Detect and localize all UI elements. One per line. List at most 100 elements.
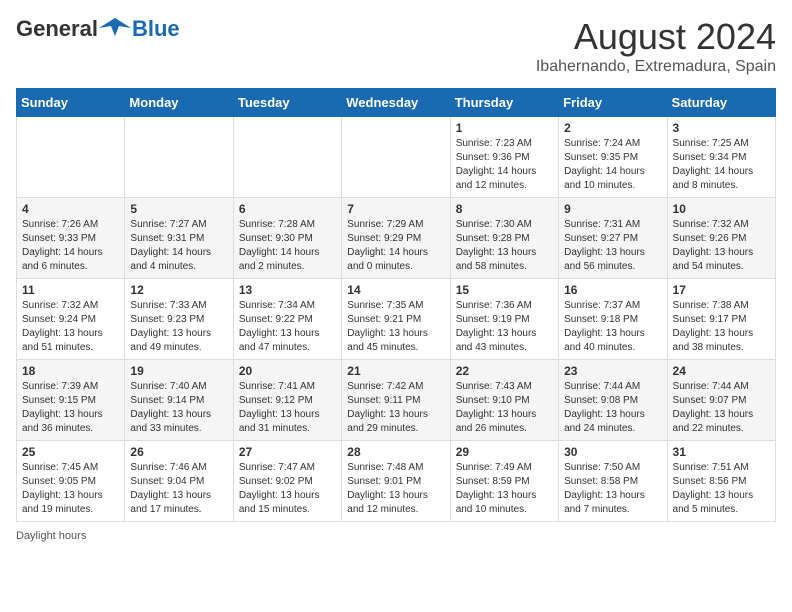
calendar-week-row: 1 Sunrise: 7:23 AM Sunset: 9:36 PM Daylig… <box>17 117 776 198</box>
calendar-table: SundayMondayTuesdayWednesdayThursdayFrid… <box>16 88 776 522</box>
day-info: Sunrise: 7:23 AM Sunset: 9:36 PM Dayligh… <box>456 137 553 193</box>
day-number: 12 <box>130 283 227 297</box>
day-info: Sunrise: 7:48 AM Sunset: 9:01 PM Dayligh… <box>347 461 444 517</box>
calendar-cell: 15 Sunrise: 7:36 AM Sunset: 9:19 PM Dayli… <box>450 279 558 360</box>
day-info: Sunrise: 7:50 AM Sunset: 8:58 PM Dayligh… <box>564 461 661 517</box>
calendar-cell: 5Sunrise: 7:27 AM Sunset: 9:31 PM Daylig… <box>125 198 233 279</box>
calendar-cell: 29Sunrise: 7:49 AM Sunset: 8:59 PM Dayli… <box>450 441 558 522</box>
calendar-cell: 26 Sunrise: 7:46 AM Sunset: 9:04 PM Dayli… <box>125 441 233 522</box>
day-info: Sunrise: 7:47 AM Sunset: 9:02 PM Dayligh… <box>239 461 336 517</box>
day-number: 27 <box>239 445 336 459</box>
day-number: 25 <box>22 445 119 459</box>
day-number: 14 <box>347 283 444 297</box>
calendar-cell: 12 Sunrise: 7:33 AM Sunset: 9:23 PM Dayli… <box>125 279 233 360</box>
calendar-cell <box>17 117 125 198</box>
day-info: Sunrise: 7:30 AM Sunset: 9:28 PM Dayligh… <box>456 218 553 274</box>
day-number: 31 <box>673 445 770 459</box>
day-number: 26 <box>130 445 227 459</box>
calendar-week-row: 25 Sunrise: 7:45 AM Sunset: 9:05 PM Dayli… <box>17 441 776 522</box>
day-number: 2 <box>564 121 661 135</box>
day-number: 10 <box>673 202 770 216</box>
calendar-cell: 19 Sunrise: 7:40 AM Sunset: 9:14 PM Dayli… <box>125 360 233 441</box>
day-info: Sunrise: 7:26 AM Sunset: 9:33 PM Dayligh… <box>22 218 119 274</box>
day-number: 17 <box>673 283 770 297</box>
weekday-header-friday: Friday <box>559 89 667 117</box>
subtitle: Ibahernando, Extremadura, Spain <box>536 58 776 76</box>
calendar-week-row: 18 Sunrise: 7:39 AM Sunset: 9:15 PM Dayli… <box>17 360 776 441</box>
calendar-cell: 3 Sunrise: 7:25 AM Sunset: 9:34 PM Daylig… <box>667 117 775 198</box>
day-number: 9 <box>564 202 661 216</box>
day-info: Sunrise: 7:33 AM Sunset: 9:23 PM Dayligh… <box>130 299 227 355</box>
day-info: Sunrise: 7:38 AM Sunset: 9:17 PM Dayligh… <box>673 299 770 355</box>
day-number: 24 <box>673 364 770 378</box>
calendar-week-row: 11Sunrise: 7:32 AM Sunset: 9:24 PM Dayli… <box>17 279 776 360</box>
day-info: Sunrise: 7:25 AM Sunset: 9:34 PM Dayligh… <box>673 137 770 193</box>
day-number: 23 <box>564 364 661 378</box>
day-number: 22 <box>456 364 553 378</box>
weekday-header-saturday: Saturday <box>667 89 775 117</box>
logo-bird-icon <box>99 18 131 40</box>
day-number: 3 <box>673 121 770 135</box>
day-info: Sunrise: 7:46 AM Sunset: 9:04 PM Dayligh… <box>130 461 227 517</box>
calendar-cell: 17 Sunrise: 7:38 AM Sunset: 9:17 PM Dayli… <box>667 279 775 360</box>
weekday-header-monday: Monday <box>125 89 233 117</box>
day-info: Sunrise: 7:41 AM Sunset: 9:12 PM Dayligh… <box>239 380 336 436</box>
day-info: Sunrise: 7:44 AM Sunset: 9:07 PM Dayligh… <box>673 380 770 436</box>
day-info: Sunrise: 7:28 AM Sunset: 9:30 PM Dayligh… <box>239 218 336 274</box>
day-number: 19 <box>130 364 227 378</box>
logo-blue-text: Blue <box>132 16 180 42</box>
calendar-cell: 20Sunrise: 7:41 AM Sunset: 9:12 PM Dayli… <box>233 360 341 441</box>
day-number: 30 <box>564 445 661 459</box>
calendar-cell: 18 Sunrise: 7:39 AM Sunset: 9:15 PM Dayli… <box>17 360 125 441</box>
day-info: Sunrise: 7:42 AM Sunset: 9:11 PM Dayligh… <box>347 380 444 436</box>
footer: Daylight hours <box>16 530 776 542</box>
calendar-cell: 11Sunrise: 7:32 AM Sunset: 9:24 PM Dayli… <box>17 279 125 360</box>
calendar-cell: 27 Sunrise: 7:47 AM Sunset: 9:02 PM Dayli… <box>233 441 341 522</box>
weekday-header-sunday: Sunday <box>17 89 125 117</box>
calendar-cell: 10 Sunrise: 7:32 AM Sunset: 9:26 PM Dayli… <box>667 198 775 279</box>
calendar-cell: 1 Sunrise: 7:23 AM Sunset: 9:36 PM Daylig… <box>450 117 558 198</box>
weekday-header-thursday: Thursday <box>450 89 558 117</box>
main-title: August 2024 <box>536 16 776 58</box>
weekday-header-row: SundayMondayTuesdayWednesdayThursdayFrid… <box>17 89 776 117</box>
day-number: 5 <box>130 202 227 216</box>
daylight-hours-label: Daylight hours <box>16 530 86 542</box>
logo: General Blue <box>16 16 180 42</box>
calendar-cell: 16 Sunrise: 7:37 AM Sunset: 9:18 PM Dayli… <box>559 279 667 360</box>
day-info: Sunrise: 7:32 AM Sunset: 9:26 PM Dayligh… <box>673 218 770 274</box>
day-info: Sunrise: 7:39 AM Sunset: 9:15 PM Dayligh… <box>22 380 119 436</box>
day-info: Sunrise: 7:45 AM Sunset: 9:05 PM Dayligh… <box>22 461 119 517</box>
day-info: Sunrise: 7:34 AM Sunset: 9:22 PM Dayligh… <box>239 299 336 355</box>
calendar-cell: 4Sunrise: 7:26 AM Sunset: 9:33 PM Daylig… <box>17 198 125 279</box>
day-number: 6 <box>239 202 336 216</box>
day-info: Sunrise: 7:44 AM Sunset: 9:08 PM Dayligh… <box>564 380 661 436</box>
day-info: Sunrise: 7:32 AM Sunset: 9:24 PM Dayligh… <box>22 299 119 355</box>
calendar-cell: 31 Sunrise: 7:51 AM Sunset: 8:56 PM Dayli… <box>667 441 775 522</box>
day-info: Sunrise: 7:43 AM Sunset: 9:10 PM Dayligh… <box>456 380 553 436</box>
calendar-cell <box>233 117 341 198</box>
calendar-cell <box>125 117 233 198</box>
calendar-cell: 22 Sunrise: 7:43 AM Sunset: 9:10 PM Dayli… <box>450 360 558 441</box>
title-block: August 2024 Ibahernando, Extremadura, Sp… <box>536 16 776 76</box>
calendar-cell: 8 Sunrise: 7:30 AM Sunset: 9:28 PM Daylig… <box>450 198 558 279</box>
day-info: Sunrise: 7:37 AM Sunset: 9:18 PM Dayligh… <box>564 299 661 355</box>
calendar-cell: 2Sunrise: 7:24 AM Sunset: 9:35 PM Daylig… <box>559 117 667 198</box>
day-number: 18 <box>22 364 119 378</box>
calendar-cell: 23 Sunrise: 7:44 AM Sunset: 9:08 PM Dayli… <box>559 360 667 441</box>
calendar-cell: 9 Sunrise: 7:31 AM Sunset: 9:27 PM Daylig… <box>559 198 667 279</box>
calendar-cell: 24 Sunrise: 7:44 AM Sunset: 9:07 PM Dayli… <box>667 360 775 441</box>
day-info: Sunrise: 7:49 AM Sunset: 8:59 PM Dayligh… <box>456 461 553 517</box>
day-number: 15 <box>456 283 553 297</box>
calendar-cell: 14 Sunrise: 7:35 AM Sunset: 9:21 PM Dayli… <box>342 279 450 360</box>
day-info: Sunrise: 7:36 AM Sunset: 9:19 PM Dayligh… <box>456 299 553 355</box>
day-info: Sunrise: 7:35 AM Sunset: 9:21 PM Dayligh… <box>347 299 444 355</box>
logo-general-text: General <box>16 16 98 42</box>
day-info: Sunrise: 7:51 AM Sunset: 8:56 PM Dayligh… <box>673 461 770 517</box>
day-info: Sunrise: 7:40 AM Sunset: 9:14 PM Dayligh… <box>130 380 227 436</box>
day-number: 1 <box>456 121 553 135</box>
weekday-header-tuesday: Tuesday <box>233 89 341 117</box>
day-info: Sunrise: 7:31 AM Sunset: 9:27 PM Dayligh… <box>564 218 661 274</box>
day-number: 16 <box>564 283 661 297</box>
calendar-week-row: 4Sunrise: 7:26 AM Sunset: 9:33 PM Daylig… <box>17 198 776 279</box>
day-number: 8 <box>456 202 553 216</box>
